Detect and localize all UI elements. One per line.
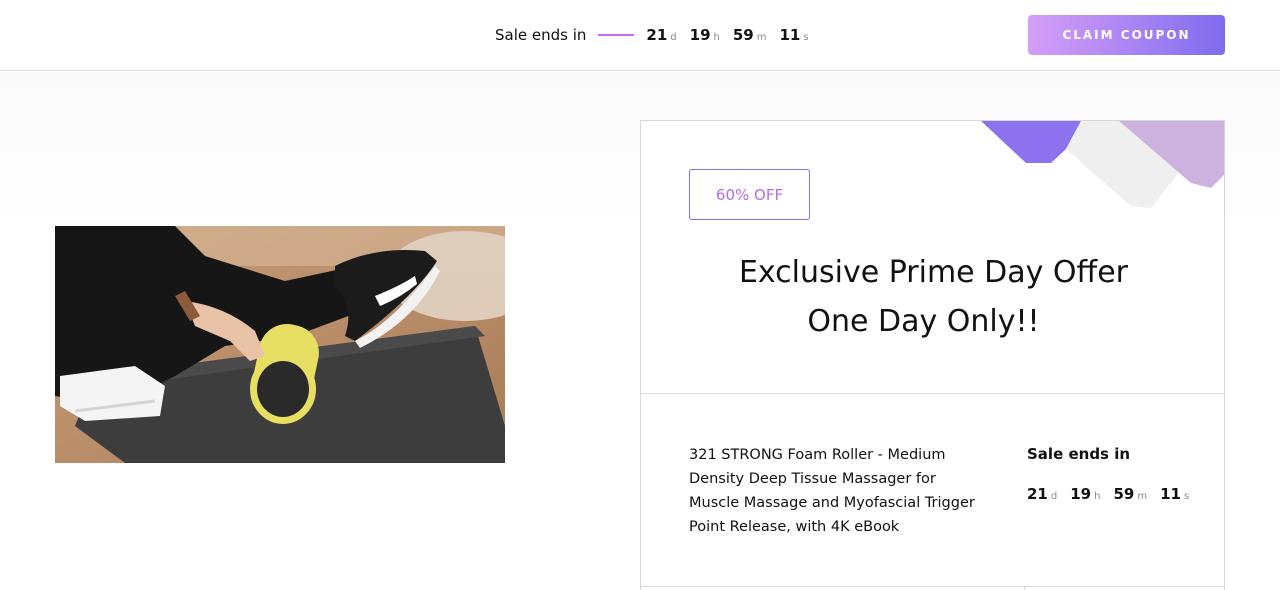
card-countdown-days: 21 d (1027, 485, 1057, 503)
card-countdown-minutes: 59 m (1113, 485, 1147, 503)
card-column-divider (1024, 586, 1025, 590)
card-countdown-hours-value: 19 (1070, 485, 1092, 503)
discount-badge: 60% OFF (689, 169, 810, 220)
countdown-days-value: 21 (646, 26, 668, 44)
sale-ends-label: Sale ends in (495, 26, 587, 44)
product-name: 321 STRONG Foam Roller - Medium Density … (689, 447, 975, 535)
offer-title-line2: One Day Only!! (807, 304, 1040, 339)
countdown-seconds: 11 s (779, 26, 808, 44)
topbar-countdown: Sale ends in 21 d 19 h 59 m 11 s (495, 24, 822, 46)
card-divider (641, 393, 1224, 394)
card-sale-ends-label: Sale ends in (1027, 445, 1131, 463)
card-countdown-minutes-value: 59 (1113, 485, 1135, 503)
foam-roller-photo (55, 226, 505, 463)
top-bar: Sale ends in 21 d 19 h 59 m 11 s CLAIM COUPO… (0, 0, 1280, 71)
card-countdown-seconds: 11 s (1160, 485, 1189, 503)
card-countdown-hours: 19 h (1070, 485, 1100, 503)
card-countdown: 21 d 19 h 59 m 11 s (1027, 485, 1202, 503)
card-countdown-seconds-value: 11 (1160, 485, 1181, 503)
countdown-hours-unit: h (713, 32, 720, 43)
countdown-minutes-unit: m (756, 32, 767, 43)
product-image (55, 226, 505, 463)
accent-line (598, 34, 635, 36)
countdown-seconds-unit: s (803, 32, 809, 43)
claim-coupon-button[interactable]: CLAIM COUPON (1028, 15, 1225, 55)
countdown-days-unit: d (670, 32, 677, 43)
countdown-seconds-value: 11 (779, 26, 801, 44)
card-countdown-days-unit: d (1050, 491, 1058, 502)
countdown-minutes: 59 m (733, 26, 767, 44)
countdown-days: 21 d (646, 26, 676, 44)
card-countdown-hours-unit: h (1094, 491, 1101, 502)
countdown-hours-value: 19 (689, 26, 711, 44)
card-countdown-days-value: 21 (1027, 485, 1048, 503)
offer-title-line1: Exclusive Prime Day Offer (738, 255, 1129, 290)
countdown-minutes-value: 59 (732, 26, 754, 44)
card-bottom-divider (641, 586, 1224, 587)
card-countdown-seconds-unit: s (1183, 491, 1190, 502)
countdown-hours: 19 h (690, 26, 720, 44)
card-countdown-minutes-unit: m (1137, 491, 1148, 502)
offer-card: 60% OFF Exclusive Prime Day Offer One Da… (640, 120, 1225, 590)
